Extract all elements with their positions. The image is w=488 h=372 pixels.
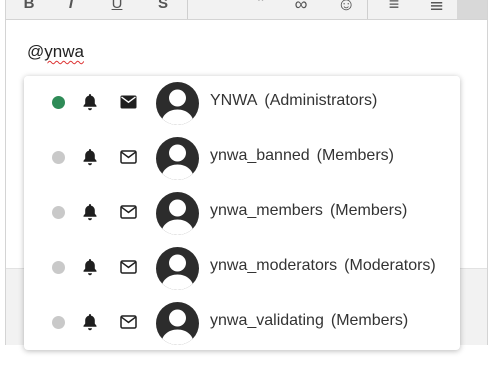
status-dot	[52, 151, 65, 164]
mention-user-label: ynwa_banned (Members)	[210, 147, 394, 165]
avatar	[156, 82, 199, 125]
mention-prefix: @	[27, 42, 45, 61]
toolbar-separator	[367, 0, 368, 19]
mention-item[interactable]: ynwa_banned (Members)	[24, 131, 460, 186]
status-dot	[52, 261, 65, 274]
bell-icon[interactable]	[82, 148, 98, 166]
mention-username: YNWA	[210, 92, 258, 109]
quote-icon[interactable]: ”	[254, 0, 268, 15]
bold-icon[interactable]: B	[22, 0, 36, 14]
mention-group: (Members)	[316, 147, 394, 164]
mention-group: (Members)	[330, 312, 409, 329]
underline-icon[interactable]: U	[110, 0, 124, 14]
list-icon[interactable]: ≡	[387, 0, 401, 14]
mention-username: ynwa_banned	[210, 147, 310, 164]
status-dot	[52, 316, 65, 329]
mention-group: (Moderators)	[344, 257, 436, 274]
avatar	[156, 192, 199, 235]
mention-item[interactable]: YNWA (Administrators)	[24, 76, 460, 131]
envelope-outline-icon[interactable]	[120, 205, 137, 219]
bell-icon[interactable]	[82, 313, 98, 331]
italic-icon[interactable]: I	[64, 0, 78, 14]
ordered-list-icon[interactable]: ≣	[429, 0, 444, 14]
mention-group: (Administrators)	[264, 92, 378, 109]
status-dot	[52, 96, 65, 109]
bell-icon[interactable]	[82, 93, 98, 111]
avatar	[156, 137, 199, 180]
link-icon[interactable]: ∞	[294, 0, 308, 14]
mention-username: ynwa_validating	[210, 312, 324, 329]
envelope-outline-icon[interactable]	[120, 150, 137, 164]
avatar	[156, 247, 199, 290]
toolbar-active-button[interactable]	[457, 0, 487, 19]
editor-content[interactable]: @ynwa	[27, 42, 84, 62]
editor-toolbar: B I U S ” ∞ ☺ ≡ ≣	[6, 0, 487, 20]
mention-query: ynwa	[44, 42, 84, 61]
toolbar-separator	[187, 0, 188, 19]
envelope-filled-icon[interactable]	[120, 95, 137, 109]
mention-suggestions: YNWA (Administrators) ynwa_banned (Members)…	[24, 76, 460, 350]
envelope-outline-icon[interactable]	[120, 315, 137, 329]
emoji-icon[interactable]: ☺	[337, 0, 355, 14]
envelope-outline-icon[interactable]	[120, 260, 137, 274]
mention-item[interactable]: ynwa_validating (Members)	[24, 296, 460, 350]
mention-item[interactable]: ynwa_members (Members)	[24, 186, 460, 241]
strikethrough-icon[interactable]: S	[156, 0, 170, 14]
mention-username: ynwa_moderators	[210, 257, 338, 274]
mention-user-label: YNWA (Administrators)	[210, 92, 377, 110]
mention-username: ynwa_members	[210, 202, 323, 219]
bell-icon[interactable]	[82, 258, 98, 276]
mention-user-label: ynwa_members (Members)	[210, 202, 407, 220]
mention-user-label: ynwa_validating (Members)	[210, 312, 408, 330]
mention-user-label: ynwa_moderators (Moderators)	[210, 257, 436, 275]
mention-item[interactable]: ynwa_moderators (Moderators)	[24, 241, 460, 296]
mention-group: (Members)	[329, 202, 408, 219]
bell-icon[interactable]	[82, 203, 98, 221]
status-dot	[52, 206, 65, 219]
avatar	[156, 302, 199, 345]
